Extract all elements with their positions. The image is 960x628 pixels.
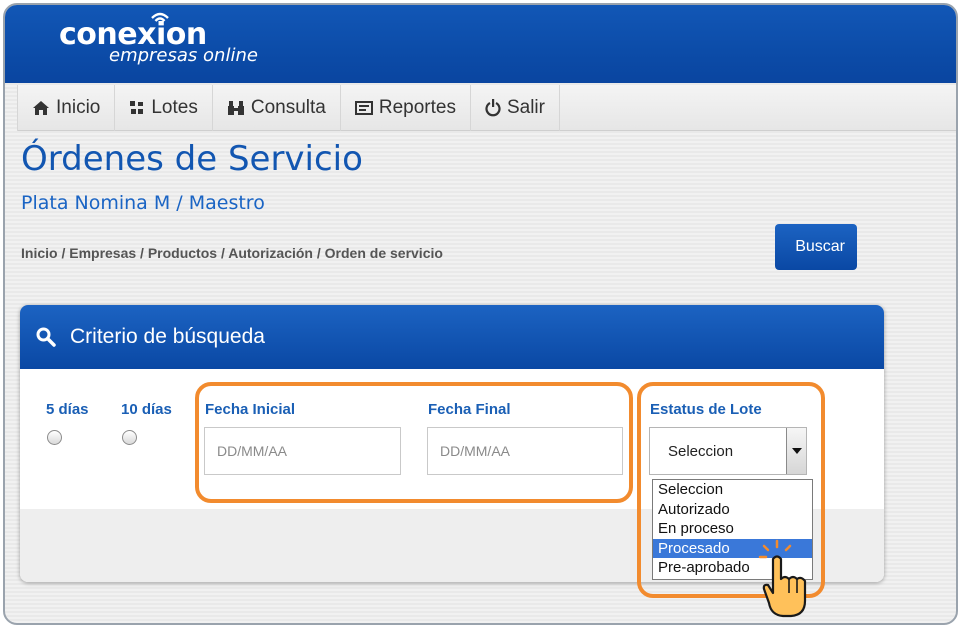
- nav-item-salir[interactable]: Salir: [471, 85, 560, 131]
- range-10-radio[interactable]: [122, 430, 137, 445]
- search-icon: [36, 327, 56, 347]
- nav-label: Consulta: [250, 97, 326, 118]
- home-icon: [33, 101, 49, 115]
- app-header: conexion empresas online: [5, 5, 956, 83]
- nav-label: Reportes: [378, 97, 456, 118]
- estatus-select[interactable]: Seleccion: [649, 427, 807, 475]
- binoculars-icon: [227, 101, 244, 115]
- nav-item-lotes[interactable]: Lotes: [115, 85, 213, 131]
- buscar-button[interactable]: Buscar: [775, 224, 857, 270]
- range-5-radio[interactable]: [47, 430, 62, 445]
- estatus-select-value: Seleccion: [668, 442, 734, 460]
- fecha-inicial-input[interactable]: [204, 427, 401, 475]
- fecha-final-label: Fecha Final: [428, 401, 511, 418]
- fecha-final-input[interactable]: [427, 427, 623, 475]
- nav-label: Salir: [506, 97, 545, 118]
- page-subtitle: Plata Nomina M / Maestro: [21, 192, 265, 214]
- nav-label: Lotes: [151, 97, 198, 118]
- estatus-option[interactable]: En proceso: [653, 519, 812, 539]
- search-panel-header: Criterio de búsqueda: [20, 305, 884, 369]
- page-title: Órdenes de Servicio: [21, 139, 363, 179]
- pointer-hand-icon: [758, 539, 807, 618]
- range-5-label: 5 días: [46, 401, 89, 418]
- range-10-label: 10 días: [121, 401, 172, 418]
- power-icon: [485, 99, 501, 117]
- estatus-option[interactable]: Seleccion: [653, 480, 812, 500]
- chevron-down-icon: [791, 448, 802, 454]
- brand-tagline: empresas online: [109, 45, 258, 66]
- estatus-option[interactable]: Autorizado: [653, 500, 812, 520]
- select-arrow-button[interactable]: [786, 428, 806, 474]
- fecha-inicial-label: Fecha Inicial: [205, 401, 296, 418]
- wifi-icon: [151, 12, 169, 22]
- nav-item-inicio[interactable]: Inicio: [17, 85, 116, 131]
- nav-item-reportes[interactable]: Reportes: [341, 85, 471, 131]
- estatus-label: Estatus de Lote: [650, 401, 762, 418]
- lotes-icon: [130, 101, 144, 114]
- nav-item-consulta[interactable]: Consulta: [213, 85, 341, 131]
- search-panel-title: Criterio de búsqueda: [70, 325, 265, 348]
- main-nav: Inicio Lotes Consulta Reportes Salir: [17, 85, 956, 131]
- report-icon: [354, 101, 373, 115]
- breadcrumb: Inicio / Empresas / Productos / Autoriza…: [21, 245, 443, 261]
- app-window: conexion empresas online Inicio Lotes Co…: [3, 3, 958, 625]
- nav-label: Inicio: [56, 97, 101, 118]
